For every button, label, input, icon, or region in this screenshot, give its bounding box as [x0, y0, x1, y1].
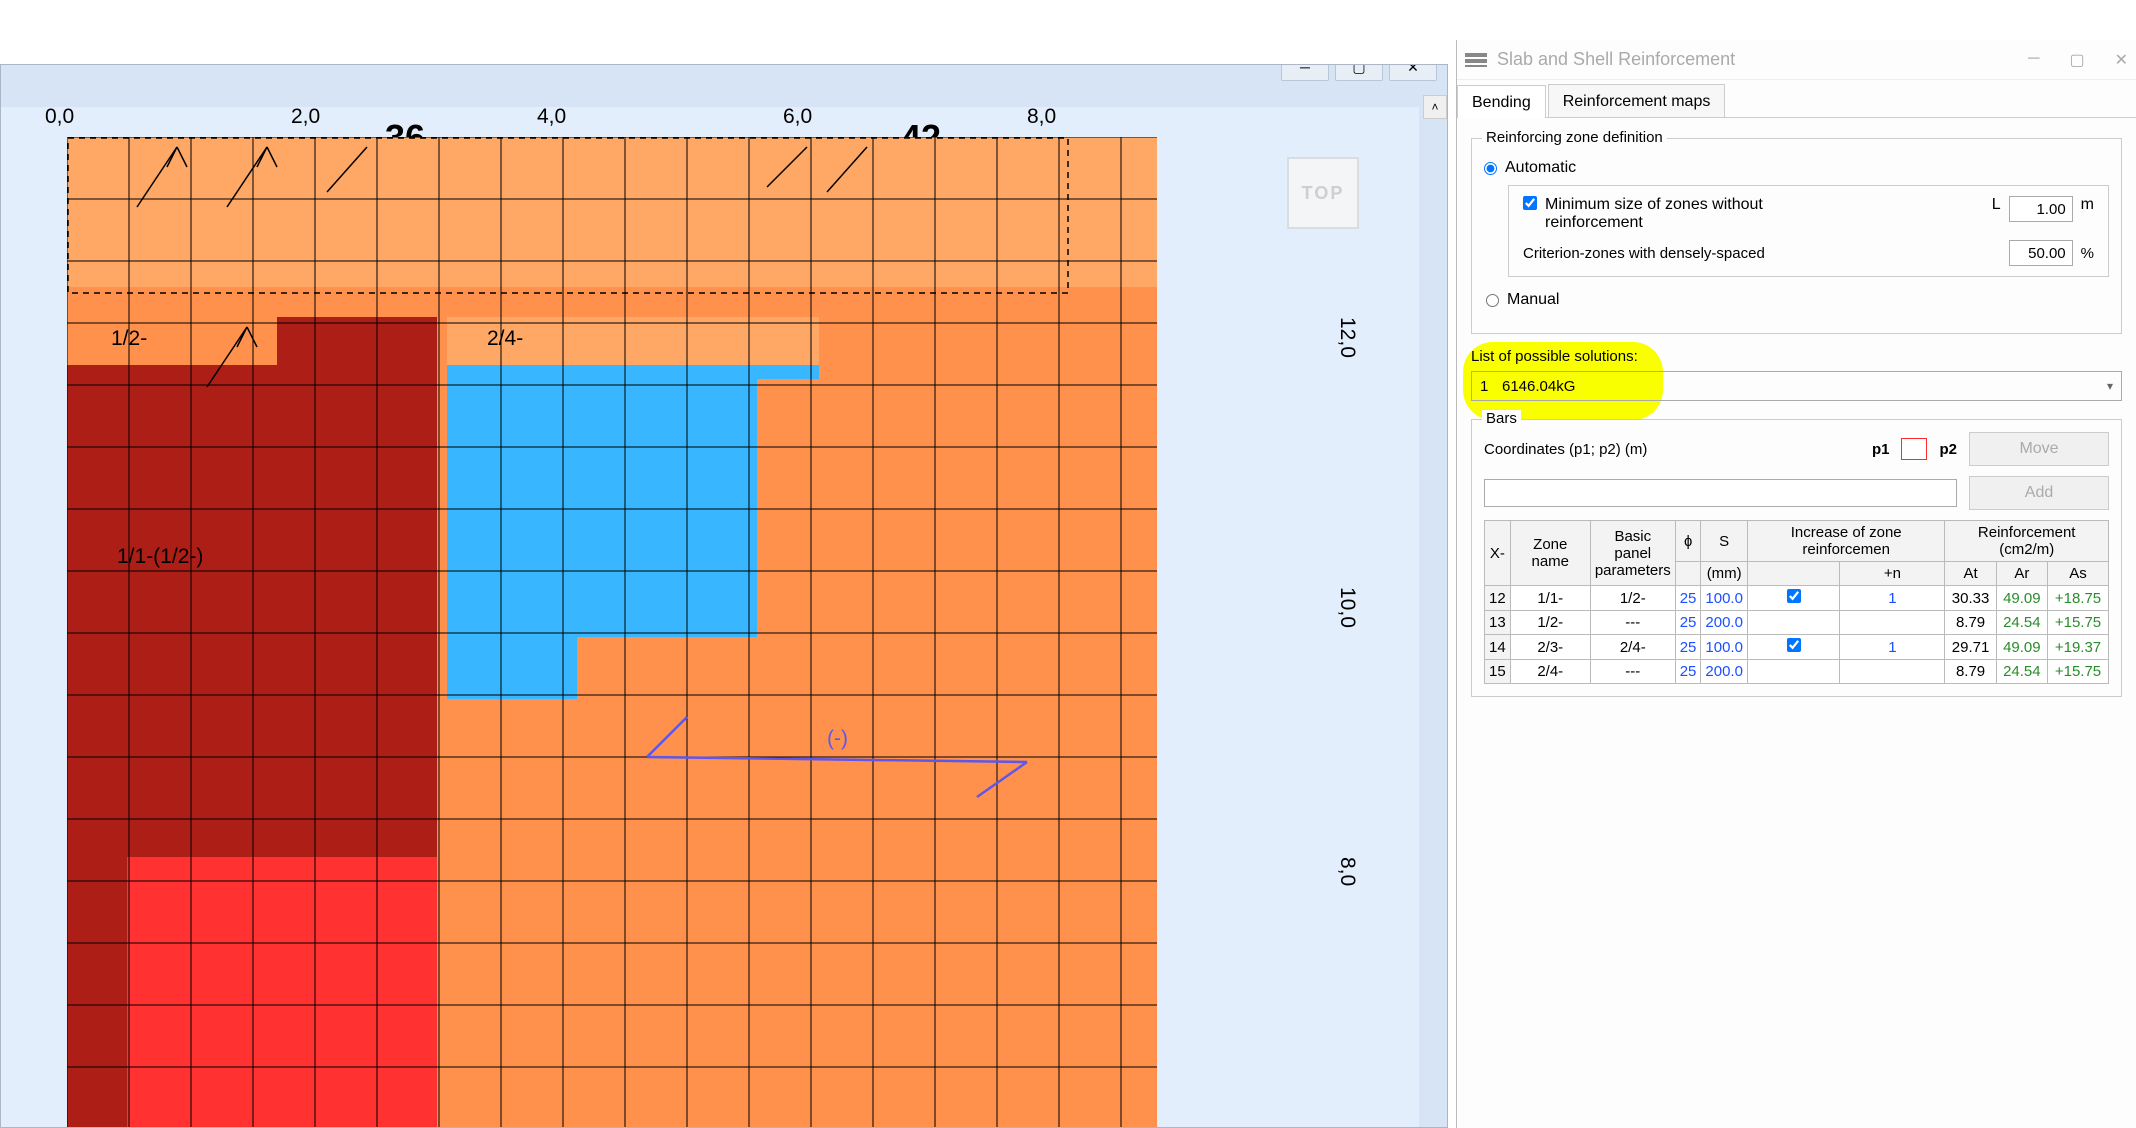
row-checkbox[interactable] — [1787, 638, 1801, 652]
direction-marker: (-) — [827, 727, 848, 751]
table-row[interactable]: 152/4----25200.08.7924.54+15.75 — [1485, 660, 2109, 684]
col-panel[interactable]: Basic panel parameters — [1590, 521, 1675, 586]
col-reinforcement[interactable]: Reinforcement (cm2/m) — [1945, 521, 2109, 562]
maximize-button[interactable]: ▢ — [1335, 64, 1383, 81]
window-controls: ─ ▢ ✕ — [1281, 64, 1437, 81]
view-top-button[interactable]: TOP — [1287, 157, 1359, 229]
scroll-up-button[interactable]: ˄ — [1423, 95, 1447, 119]
sub-mm: (mm) — [1701, 562, 1748, 586]
p1p2-indicator — [1901, 438, 1927, 460]
L-unit: m — [2081, 196, 2094, 214]
solutions-label: List of possible solutions: — [1471, 348, 2122, 365]
reinforcement-dialog: Slab and Shell Reinforcement ─ ▢ ✕ Bendi… — [1456, 40, 2136, 1128]
add-button[interactable]: Add — [1969, 476, 2109, 510]
col-phi[interactable]: ɸ — [1675, 521, 1701, 562]
sub-as: As — [2048, 562, 2109, 586]
radio-automatic[interactable]: Automatic — [1484, 159, 2109, 177]
axis-x-label: 2,0 — [291, 105, 320, 129]
coord-label: Coordinates (p1; p2) (m) — [1484, 441, 1647, 458]
dialog-close-icon[interactable]: ✕ — [2115, 50, 2128, 70]
grid-svg — [67, 137, 1157, 1128]
col-x[interactable]: X- — [1485, 521, 1511, 586]
dialog-icon — [1465, 53, 1487, 67]
axis-x-label: 0,0 — [45, 105, 74, 129]
dialog-titlebar: Slab and Shell Reinforcement ─ ▢ ✕ — [1457, 40, 2136, 80]
criterion-input[interactable] — [2009, 240, 2073, 266]
coord-input[interactable] — [1484, 479, 1957, 507]
zone-label: 1/1-(1/2-) — [117, 545, 203, 569]
L-input[interactable] — [2009, 196, 2073, 222]
col-increase[interactable]: Increase of zone reinforcemen — [1747, 521, 1944, 562]
criterion-label: Criterion-zones with densely-spaced — [1523, 245, 1843, 262]
radio-manual[interactable]: Manual — [1486, 291, 2109, 309]
zone-label: 2/4- — [487, 327, 523, 351]
sub-at: At — [1945, 562, 1996, 586]
dialog-maximize-icon[interactable]: ▢ — [2069, 50, 2084, 70]
axis-y-label: 8,0 — [1335, 857, 1359, 886]
solution-index: 1 — [1480, 378, 1502, 395]
radio-manual-label: Manual — [1507, 291, 1559, 309]
sub-ar: Ar — [1996, 562, 2047, 586]
p2-label: p2 — [1939, 441, 1957, 458]
radio-manual-input[interactable] — [1486, 294, 1499, 307]
solutions-dropdown[interactable]: 1 6146.04kG — [1471, 371, 2122, 401]
close-button[interactable]: ✕ — [1389, 64, 1437, 81]
zone-definition-group: Reinforcing zone definition Automatic Mi… — [1471, 138, 2122, 334]
minimize-button[interactable]: ─ — [1281, 64, 1329, 81]
table-row[interactable]: 142/3-2/4-25100.0129.7149.09+19.37 — [1485, 635, 2109, 660]
bars-legend: Bars — [1482, 410, 1521, 427]
radio-automatic-input[interactable] — [1484, 162, 1497, 175]
tab-bending[interactable]: Bending — [1457, 85, 1546, 118]
axis-x-label: 6,0 — [783, 105, 812, 129]
col-s[interactable]: S — [1701, 521, 1748, 562]
p1-label: p1 — [1872, 441, 1890, 458]
bars-table[interactable]: X- Zone name Basic panel parameters ɸ S … — [1484, 520, 2109, 684]
viewport-canvas[interactable]: TOP 0,0 2,0 4,0 6,0 8,0 36 42 12,0 10,0 … — [1, 107, 1419, 1127]
tab-strip: Bending Reinforcement maps — [1457, 80, 2136, 118]
axis-y-label: 12,0 — [1335, 317, 1359, 358]
zone-label: 1/2- — [111, 327, 147, 351]
col-zone[interactable]: Zone name — [1510, 521, 1590, 586]
axis-y-label: 10,0 — [1335, 587, 1359, 628]
chk-min-zone[interactable] — [1523, 196, 1537, 210]
automatic-options: Minimum size of zones without reinforcem… — [1508, 185, 2109, 277]
solution-value: 6146.04kG — [1502, 378, 1575, 395]
move-button[interactable]: Move — [1969, 432, 2109, 466]
L-label: L — [1992, 196, 2001, 214]
sub-plusn: +n — [1840, 562, 1945, 586]
dialog-minimize-icon[interactable]: ─ — [2028, 50, 2039, 70]
criterion-unit: % — [2081, 245, 2094, 262]
row-checkbox[interactable] — [1787, 589, 1801, 603]
chk-min-zone-label: Minimum size of zones without reinforcem… — [1545, 196, 1845, 232]
tab-reinforcement-maps[interactable]: Reinforcement maps — [1548, 84, 1726, 117]
dialog-title: Slab and Shell Reinforcement — [1497, 49, 1735, 70]
table-row[interactable]: 121/1-1/2-25100.0130.3349.09+18.75 — [1485, 586, 2109, 611]
reinforcement-map: 1/2- 2/4- 1/1-(1/2-) (-) — [67, 137, 1157, 1128]
radio-automatic-label: Automatic — [1505, 159, 1576, 177]
axis-x-label: 8,0 — [1027, 105, 1056, 129]
axis-x-label: 4,0 — [537, 105, 566, 129]
model-viewport[interactable]: ─ ▢ ✕ ˄ TOP 0,0 2,0 4,0 6,0 8,0 36 42 12… — [0, 64, 1448, 1128]
table-row[interactable]: 131/2----25200.08.7924.54+15.75 — [1485, 611, 2109, 635]
group-legend: Reinforcing zone definition — [1482, 129, 1667, 146]
